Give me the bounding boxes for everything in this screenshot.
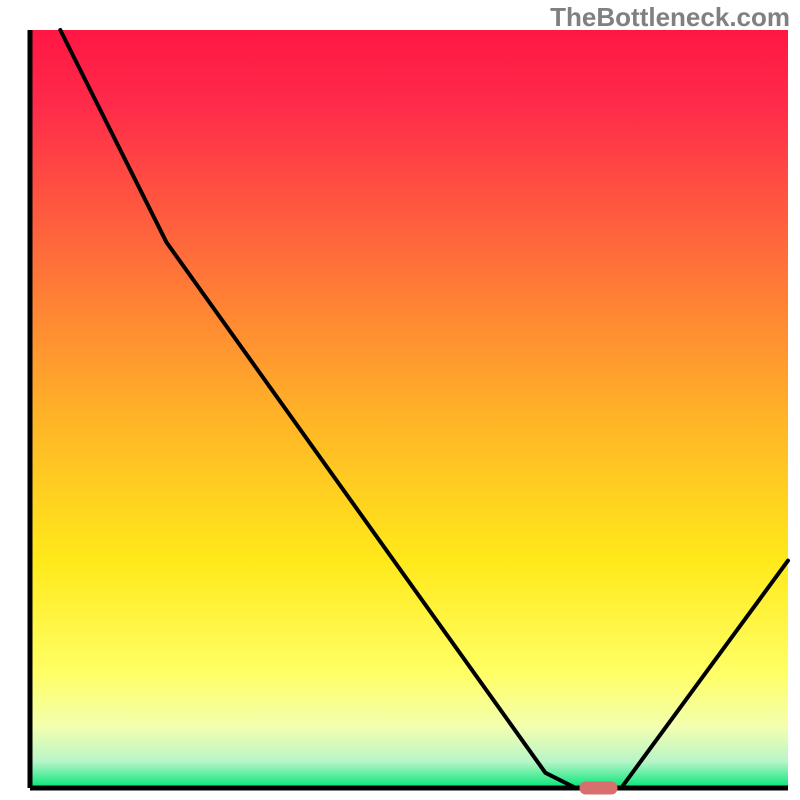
bottleneck-chart [0,0,800,800]
chart-container: TheBottleneck.com [0,0,800,800]
optimal-marker [580,782,618,795]
watermark-text: TheBottleneck.com [550,2,790,33]
plot-background [30,30,788,788]
